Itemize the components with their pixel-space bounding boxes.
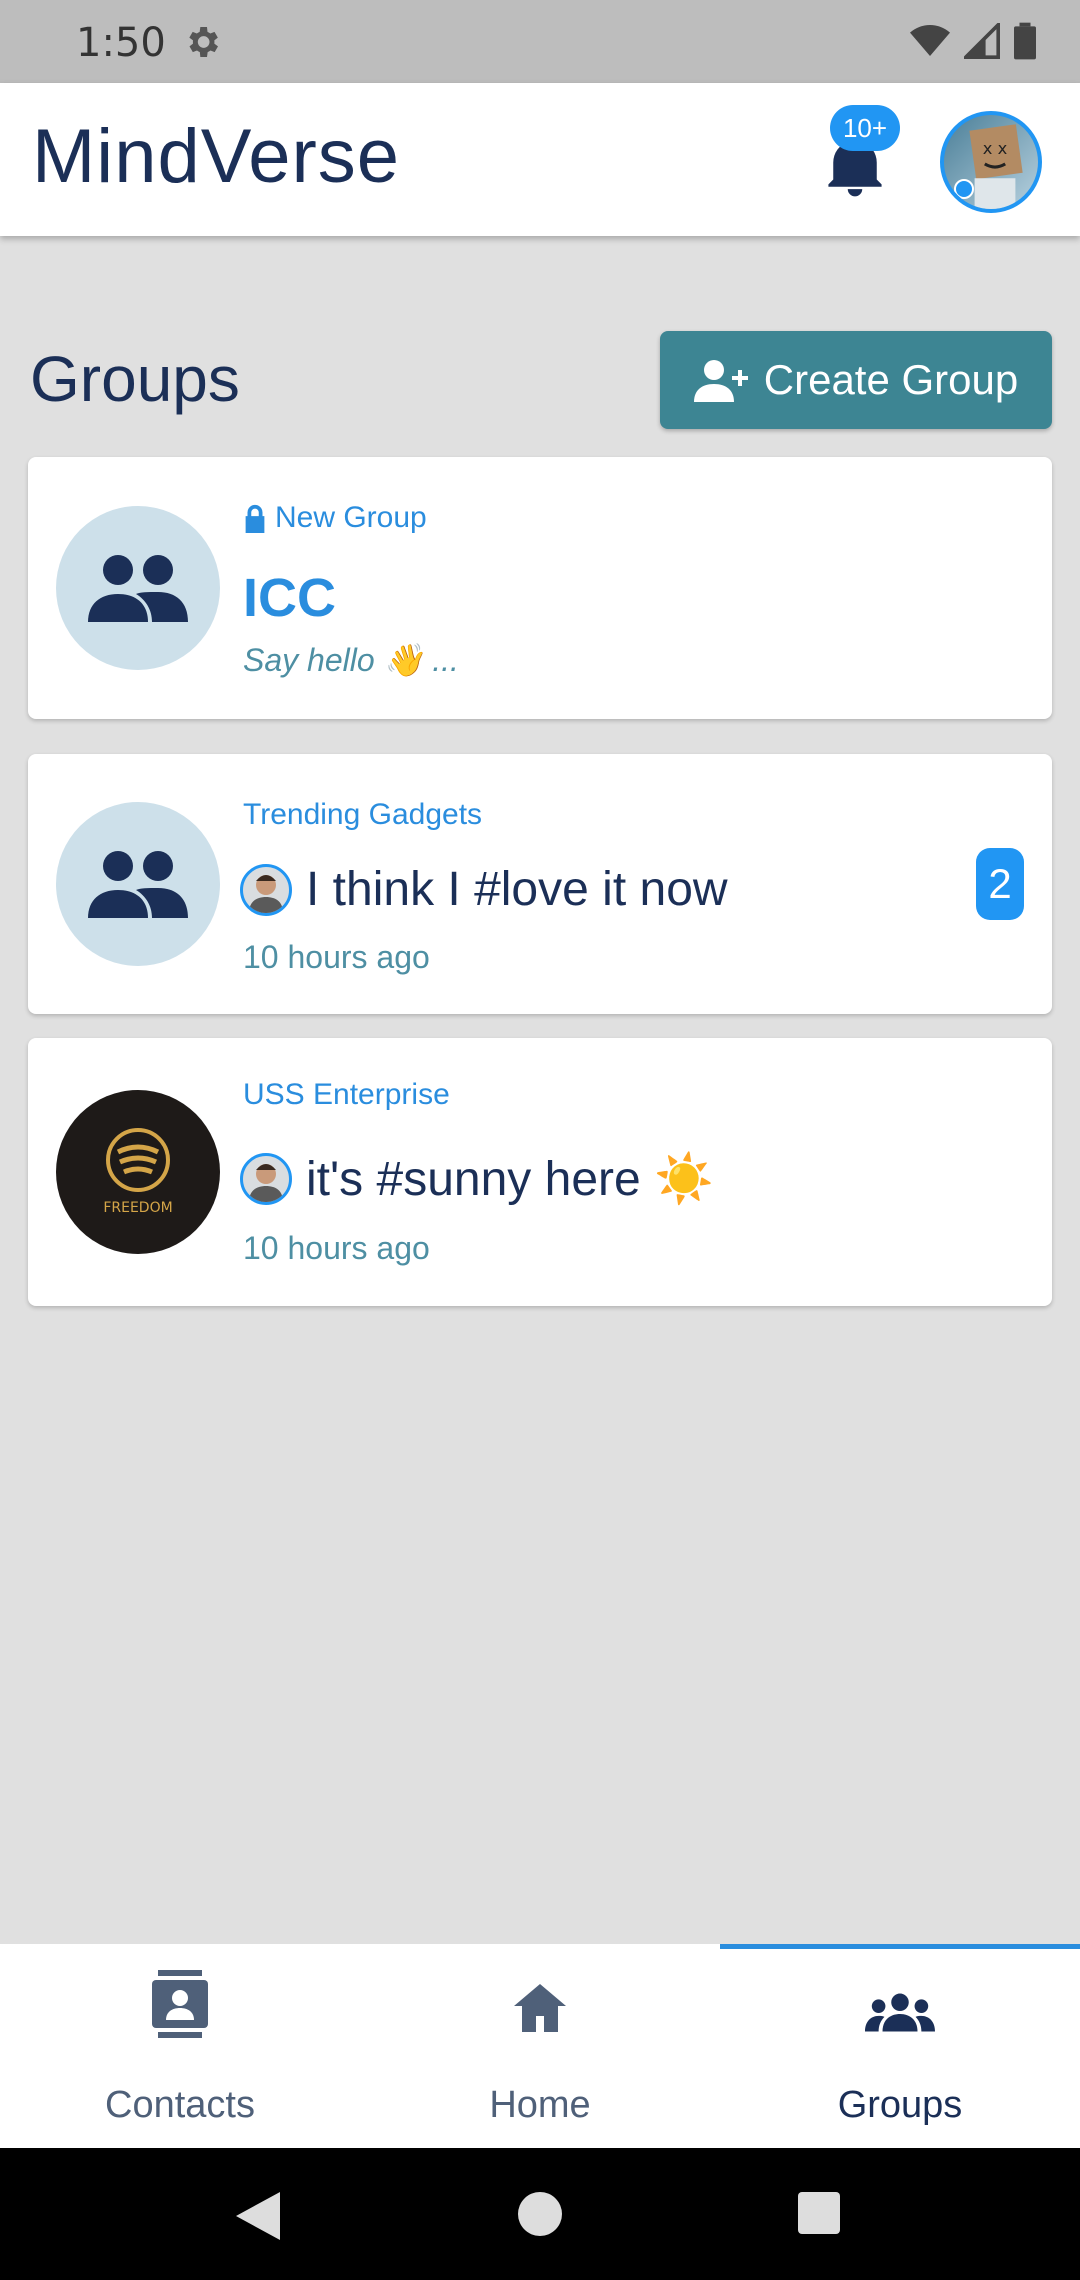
svg-text:x x: x x	[983, 139, 1008, 158]
group-icon	[88, 851, 188, 918]
group-label: USS Enterprise	[243, 1078, 450, 1111]
unread-count-badge: 2	[976, 848, 1024, 920]
user-avatar[interactable]: x x	[940, 111, 1042, 213]
system-navigation-bar	[0, 2148, 1080, 2280]
app-title: MindVerse	[32, 114, 401, 199]
nav-home-label: Home	[489, 2084, 591, 2126]
notification-badge[interactable]: 10+	[830, 105, 900, 151]
group-label-text: New Group	[275, 501, 427, 534]
add-user-icon	[693, 360, 748, 402]
groups-icon	[865, 1993, 935, 2032]
message-time: 10 hours ago	[243, 939, 430, 975]
signal-icon	[964, 23, 1000, 59]
sender-avatar	[240, 1152, 292, 1205]
group-card-trending-gadgets[interactable]: Trending Gadgets I think I #love it now …	[28, 754, 1052, 1014]
home-button[interactable]	[518, 2192, 562, 2236]
group-card-icc[interactable]: New Group ICC Say hello 👋 ...	[28, 457, 1052, 719]
nav-groups[interactable]: Groups	[720, 1944, 1080, 2148]
nav-contacts-label: Contacts	[105, 2084, 255, 2126]
group-label: New Group	[243, 501, 427, 535]
last-message-text: I think I #love it now	[306, 863, 728, 916]
nav-groups-label: Groups	[837, 2084, 963, 2126]
freedom-logo-mark: FREEDOM	[103, 1128, 173, 1216]
sender-avatar	[240, 863, 292, 916]
group-preview: Say hello 👋 ...	[243, 642, 459, 678]
gear-icon	[189, 27, 218, 57]
online-indicator	[954, 179, 974, 199]
nav-contacts[interactable]: Contacts	[0, 1944, 360, 2148]
last-message: I think I #love it now	[240, 862, 728, 917]
group-name: ICC	[243, 568, 336, 628]
wifi-icon	[910, 25, 950, 56]
bottom-navigation: Contacts Home Groups	[0, 1944, 1080, 2148]
freedom-logo: FREEDOM	[56, 1090, 220, 1254]
back-button[interactable]	[236, 2192, 280, 2240]
last-message-text: it's #sunny here ☀️	[306, 1153, 714, 1206]
status-bar: 1:50	[0, 0, 1080, 83]
group-avatar	[56, 506, 220, 670]
message-time: 10 hours ago	[243, 1230, 430, 1266]
contacts-icon	[152, 1970, 208, 2038]
group-icon	[88, 555, 188, 622]
system-icons	[910, 22, 1036, 60]
group-card-uss-enterprise[interactable]: FREEDOM USS Enterprise it's #sunny here …	[28, 1038, 1052, 1306]
last-message: it's #sunny here ☀️	[240, 1150, 714, 1207]
recents-button[interactable]	[798, 2192, 840, 2234]
group-avatar	[56, 802, 220, 966]
create-group-label: Create Group	[763, 356, 1019, 403]
app-bar: MindVerse 10+ x x	[0, 83, 1080, 236]
create-group-button[interactable]: Create Group	[660, 331, 1052, 429]
page-title: Groups	[30, 343, 240, 415]
home-icon	[514, 1984, 566, 2032]
group-label: Trending Gadgets	[243, 798, 483, 831]
lock-icon	[245, 504, 265, 533]
profile-picture: x x	[969, 124, 1023, 209]
nav-home[interactable]: Home	[360, 1944, 720, 2148]
status-time: 1:50	[76, 20, 166, 66]
freedom-logo-text: FREEDOM	[103, 1200, 172, 1216]
battery-icon	[1014, 22, 1036, 60]
